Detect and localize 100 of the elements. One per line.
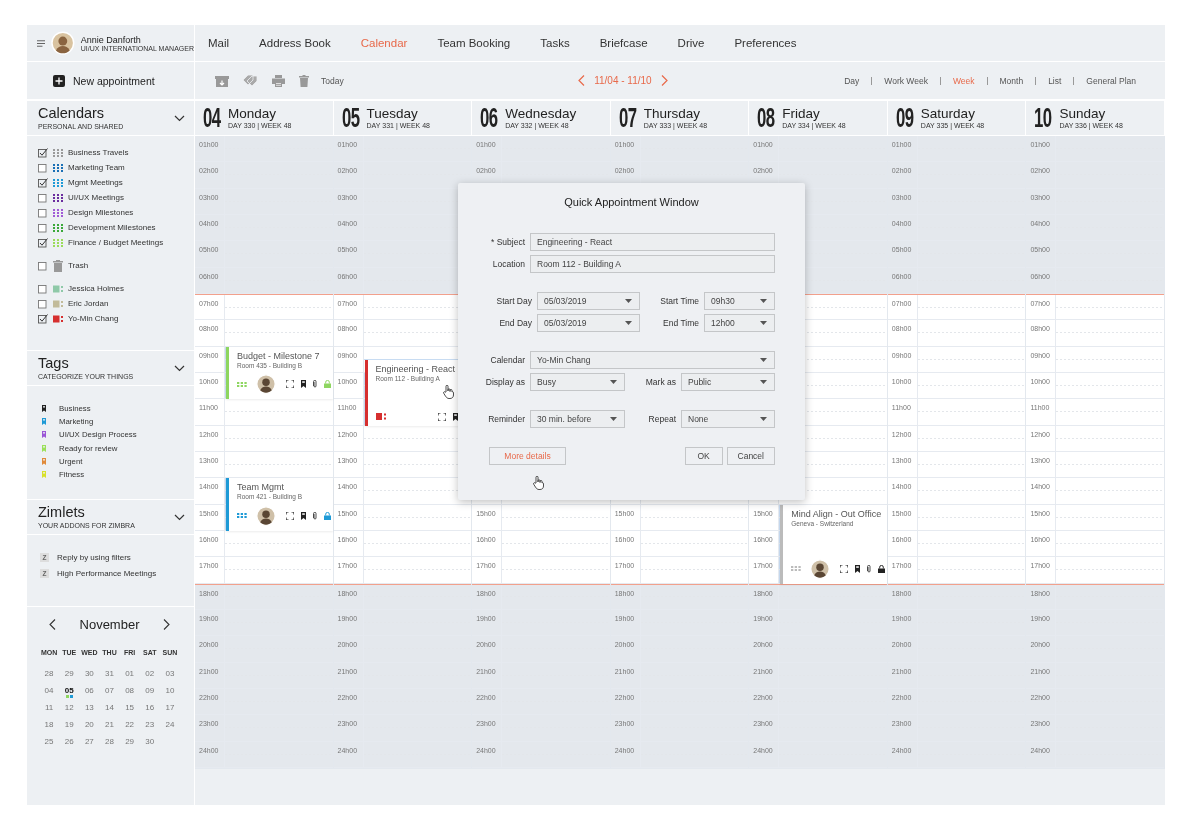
dialog-button[interactable]: Cancel bbox=[726, 447, 775, 465]
section-title: Zimlets bbox=[38, 505, 86, 520]
expand-icon[interactable] bbox=[437, 412, 446, 421]
checkbox[interactable] bbox=[38, 147, 48, 158]
day-name: Wednesday bbox=[505, 107, 577, 122]
calendar-day[interactable]: 07 bbox=[105, 686, 114, 695]
calendar-day[interactable]: 02 bbox=[145, 669, 155, 678]
dropdown[interactable]: Yo-Min Chang bbox=[530, 351, 775, 369]
calendar-day[interactable]: 21 bbox=[105, 720, 114, 729]
checkbox[interactable] bbox=[38, 222, 48, 233]
calendar-day[interactable]: 08 bbox=[125, 686, 135, 695]
calendar-day[interactable]: 12 bbox=[64, 703, 74, 712]
view-tab[interactable]: Work Week bbox=[872, 75, 940, 86]
dropdown[interactable]: 05/03/2019 bbox=[537, 314, 640, 332]
tag-icon[interactable] bbox=[301, 511, 306, 520]
nav-tab[interactable]: Address Book bbox=[259, 37, 331, 49]
calendar-day[interactable]: 01 bbox=[125, 669, 135, 678]
paperclip-icon[interactable] bbox=[867, 564, 872, 573]
dropdown[interactable]: Busy bbox=[530, 373, 625, 391]
calendar-day[interactable]: 30 bbox=[145, 737, 155, 746]
nav-tab[interactable]: Mail bbox=[208, 37, 230, 49]
checkbox[interactable] bbox=[38, 260, 48, 271]
calendar-day[interactable]: 28 bbox=[105, 737, 114, 746]
previous-month-icon[interactable] bbox=[48, 619, 56, 630]
view-tab[interactable]: Day bbox=[832, 75, 872, 86]
checkbox[interactable] bbox=[38, 313, 48, 324]
calendar-day[interactable]: 09 bbox=[145, 686, 155, 695]
calendar-day[interactable]: 19 bbox=[64, 720, 74, 729]
nav-tab[interactable]: Drive bbox=[677, 37, 705, 49]
dropdown[interactable]: Public bbox=[681, 373, 775, 391]
calendar-day[interactable]: 13 bbox=[84, 703, 94, 712]
dropdown[interactable]: 09h30 bbox=[704, 292, 775, 310]
more-details-button[interactable]: More details bbox=[489, 447, 566, 465]
tag-icon[interactable] bbox=[855, 564, 861, 573]
archive-icon[interactable] bbox=[215, 74, 229, 87]
dropdown[interactable]: 05/03/2019 bbox=[537, 292, 640, 310]
event-title: Engineering - React bbox=[375, 363, 457, 374]
view-tab[interactable]: Week bbox=[940, 75, 987, 86]
calendar-day[interactable]: 29 bbox=[125, 737, 135, 746]
dropdown[interactable]: 12h00 bbox=[704, 314, 775, 332]
calendar-day[interactable]: 31 bbox=[105, 669, 114, 678]
calendar-day[interactable]: 30 bbox=[84, 669, 94, 678]
calendar-name: Design Milestones bbox=[68, 208, 134, 217]
paperclip-icon[interactable] bbox=[313, 511, 317, 520]
calendar-day[interactable]: 20 bbox=[84, 720, 94, 729]
chevron-down-icon[interactable] bbox=[174, 114, 185, 122]
lock-icon[interactable] bbox=[878, 564, 886, 573]
calendar-day[interactable]: 14 bbox=[105, 703, 114, 712]
nav-tab[interactable]: Tasks bbox=[540, 37, 570, 49]
view-tab[interactable]: General Plan bbox=[1074, 75, 1148, 86]
checkbox[interactable] bbox=[38, 177, 48, 188]
calendar-day[interactable]: 05 bbox=[64, 686, 74, 695]
calendar-day[interactable]: 18 bbox=[44, 720, 54, 729]
calendar-day[interactable]: 28 bbox=[44, 669, 54, 678]
checkbox[interactable] bbox=[38, 192, 48, 203]
chevron-down-icon[interactable] bbox=[174, 364, 185, 372]
checkbox[interactable] bbox=[38, 298, 48, 309]
checkbox[interactable] bbox=[38, 237, 48, 248]
calendar-day[interactable]: 16 bbox=[145, 703, 155, 712]
calendar-day[interactable]: 04 bbox=[44, 686, 54, 695]
checkbox[interactable] bbox=[38, 283, 48, 294]
calendar-day[interactable]: 25 bbox=[44, 737, 54, 746]
calendar-day[interactable]: 27 bbox=[84, 737, 94, 746]
calendar-day[interactable]: 10 bbox=[165, 686, 175, 695]
dialog-button[interactable]: OK bbox=[684, 447, 723, 465]
calendar-day[interactable]: 17 bbox=[165, 703, 175, 712]
calendar-day[interactable]: 24 bbox=[165, 720, 175, 729]
calendar-day[interactable]: 26 bbox=[64, 737, 74, 746]
dropdown[interactable]: None bbox=[681, 410, 775, 428]
input-field[interactable]: Room 112 - Building A bbox=[530, 255, 775, 273]
expand-icon[interactable] bbox=[840, 564, 849, 573]
nav-tab[interactable]: Calendar bbox=[360, 37, 408, 49]
nav-tab[interactable]: Preferences bbox=[734, 37, 797, 49]
menu-icon[interactable] bbox=[37, 39, 46, 47]
dropdown[interactable]: 30 min. before bbox=[530, 410, 625, 428]
input-field[interactable]: Engineering - React bbox=[530, 233, 775, 251]
tag-icon[interactable] bbox=[301, 380, 306, 389]
tag-icon[interactable] bbox=[452, 412, 458, 421]
pointer-icon bbox=[443, 385, 454, 399]
today-button[interactable]: Today bbox=[321, 75, 344, 86]
view-tab[interactable]: Month bbox=[987, 75, 1036, 86]
calendar-day[interactable]: 22 bbox=[125, 720, 135, 729]
calendar-day[interactable]: 11 bbox=[44, 703, 54, 712]
chevron-down-icon[interactable] bbox=[174, 513, 185, 521]
checkbox[interactable] bbox=[38, 162, 48, 173]
nav-tab[interactable]: Briefcase bbox=[599, 37, 648, 49]
calendar-day[interactable]: 06 bbox=[84, 686, 94, 695]
next-month-icon[interactable] bbox=[163, 619, 171, 630]
calendar-day[interactable]: 15 bbox=[125, 703, 135, 712]
new-appointment-button[interactable]: New appointment bbox=[53, 74, 155, 87]
calendar-day[interactable]: 29 bbox=[64, 669, 74, 678]
expand-icon[interactable] bbox=[286, 511, 294, 520]
checkbox[interactable] bbox=[38, 207, 48, 218]
calendar-day[interactable]: 03 bbox=[165, 669, 175, 678]
nav-tab[interactable]: Team Booking bbox=[437, 37, 511, 49]
expand-icon[interactable] bbox=[286, 380, 294, 389]
calendar-day[interactable]: 23 bbox=[145, 720, 155, 729]
view-tab[interactable]: List bbox=[1036, 75, 1074, 86]
calendar-name: Mgmt Meetings bbox=[68, 178, 123, 187]
paperclip-icon[interactable] bbox=[313, 380, 317, 389]
